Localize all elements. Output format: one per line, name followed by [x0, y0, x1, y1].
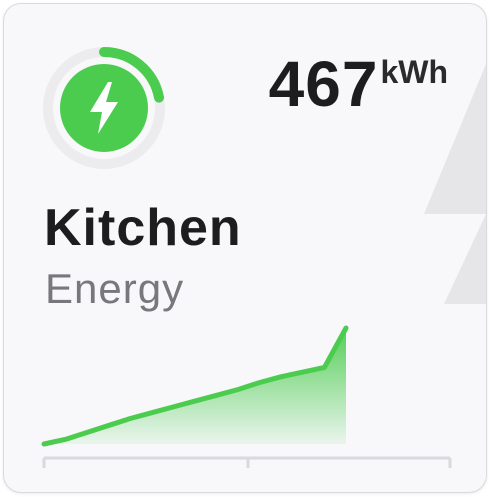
energy-progress-ring — [42, 46, 166, 170]
card-title: Kitchen — [44, 199, 242, 257]
energy-value-unit: kWh — [380, 54, 448, 90]
energy-value: 467 kWh — [269, 52, 448, 116]
energy-value-number: 467 — [268, 48, 379, 120]
card-subtitle: Energy — [45, 265, 185, 312]
chart-area-fill — [44, 328, 346, 444]
energy-card[interactable]: 467 kWh Kitchen Energy — [3, 3, 487, 493]
energy-area-chart — [41, 325, 452, 468]
